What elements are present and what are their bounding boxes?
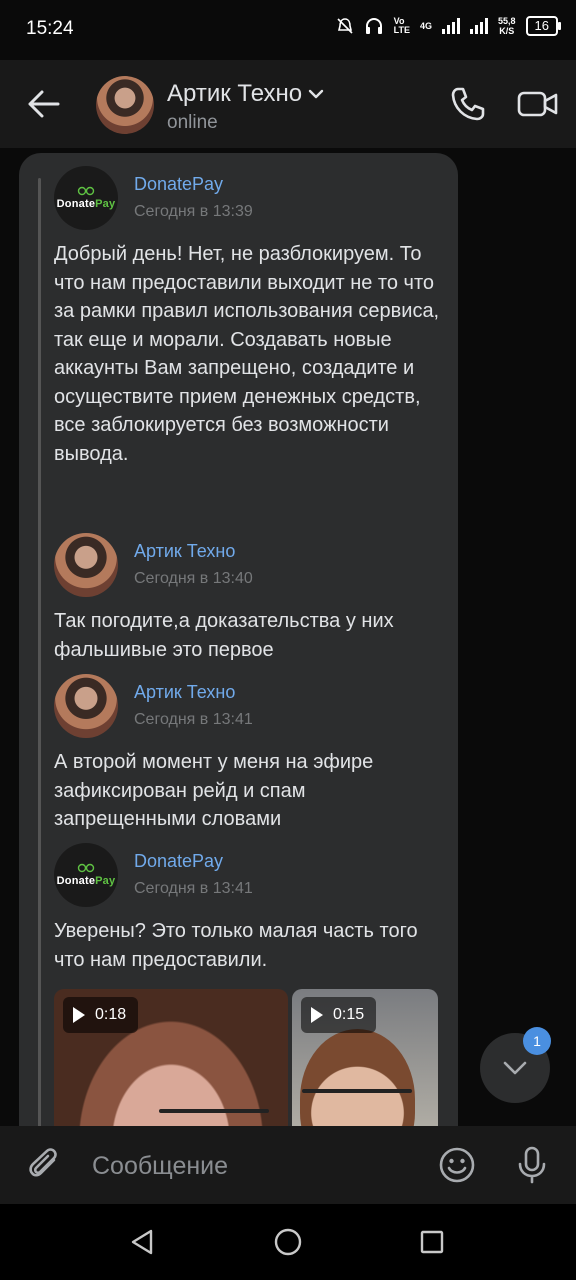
forwarded-message-header: Артик Техно Сегодня в 13:40 [54,533,449,597]
nav-home-icon [274,1228,302,1256]
play-icon [73,1007,85,1023]
donatepay-logo-icon [77,863,95,873]
headphones-icon [365,18,382,34]
donatepay-logo-text: DonatePay [57,198,116,210]
chevron-down-icon [503,1061,527,1075]
sender-name[interactable]: DonatePay [134,174,223,195]
chevron-down-icon [308,89,324,99]
logo-pay: Pay [95,198,116,210]
voice-message-button[interactable] [511,1144,553,1186]
system-nav-bar [0,1204,576,1280]
net-speed: 55,8 K/S [498,16,516,36]
video-thumbnail[interactable]: 0:18 [54,989,288,1126]
message-composer [0,1126,576,1204]
nav-back-icon [131,1229,153,1255]
chat-header: Артик Техно online [0,60,576,148]
forward-quote-bar [38,178,41,1126]
message-text: Так погодите,а доказательства у них фаль… [54,610,400,661]
battery-indicator: 16 [525,16,562,36]
smile-icon [439,1147,475,1183]
donatepay-avatar[interactable]: DonatePay [54,166,118,230]
forwarded-message-header: Артик Техно Сегодня в 13:41 [54,674,449,738]
unread-count-badge: 1 [523,1027,551,1055]
video-duration-badge: 0:18 [63,997,139,1033]
volte-bottom: LTE [393,25,410,35]
status-bar: 15:24 Vo LTE 4G 55,8 K/S 16 [0,0,576,60]
message-time: Сегодня в 13:39 [134,203,253,220]
nav-recents-button[interactable] [412,1222,452,1262]
back-button[interactable] [22,82,66,126]
net-speed-value: 55,8 [498,16,516,26]
arrow-left-icon [28,90,60,118]
message-time: Сегодня в 13:41 [134,880,253,897]
signal-icon [442,18,460,34]
video-camera-icon [517,91,558,117]
video-attachments: 0:18 0:15 [54,989,438,1126]
nav-back-button[interactable] [122,1222,162,1262]
logo-donate: Donate [56,198,96,210]
video-duration: 0:18 [95,1006,127,1023]
mute-bell-icon [337,18,353,34]
signal-icon-2 [470,18,488,34]
volte-indicator: Vo LTE [394,17,410,35]
thumbnail-detail [159,1109,269,1113]
sender-name[interactable]: Артик Техно [134,682,235,703]
phone-icon [451,87,485,121]
donatepay-avatar[interactable]: DonatePay [54,843,118,907]
contact-status: online [167,112,218,133]
forwarded-message[interactable]: Артик Техно Сегодня в 13:40 Так погодите… [54,533,449,664]
contact-name-button[interactable]: Артик Техно [167,80,324,108]
microphone-icon [518,1146,546,1184]
forwarded-message[interactable]: DonatePay DonatePay Сегодня в 13:41 Увер… [54,843,449,974]
video-thumbnail[interactable]: 0:15 [292,989,438,1126]
message-text: Добрый день! Нет, не разблокируем. То чт… [54,243,445,465]
attach-button[interactable] [24,1144,66,1186]
contact-name: Артик Техно [167,80,303,107]
thumbnail-detail [300,1029,415,1126]
video-duration-badge: 0:15 [301,997,377,1033]
call-button[interactable] [446,82,490,126]
net-speed-unit: K/S [499,26,515,36]
message-text: А второй момент у меня на эфире зафиксир… [54,751,379,830]
user-avatar[interactable] [54,674,118,738]
sender-name[interactable]: DonatePay [134,851,223,872]
chat-area[interactable]: DonatePay DonatePay Сегодня в 13:39 Добр… [0,148,576,1126]
emoji-button[interactable] [436,1144,478,1186]
thumbnail-detail [302,1089,412,1093]
status-icons: Vo LTE 4G 55,8 K/S 16 [336,16,562,36]
logo-donate: Donate [56,875,96,887]
play-icon [311,1007,323,1023]
forwarded-message[interactable]: Артик Техно Сегодня в 13:41 А второй мом… [54,674,449,834]
donatepay-logo-text: DonatePay [57,875,116,887]
forwarded-message-header: DonatePay DonatePay Сегодня в 13:41 [54,843,449,907]
user-avatar[interactable] [54,533,118,597]
video-duration: 0:15 [333,1006,365,1023]
forwarded-message-header: DonatePay DonatePay Сегодня в 13:39 [54,166,449,230]
donatepay-logo-icon [77,186,95,196]
message-time: Сегодня в 13:41 [134,711,253,728]
forwarded-message[interactable]: DonatePay DonatePay Сегодня в 13:39 Добр… [54,166,449,468]
status-time: 15:24 [26,18,74,39]
message-bubble[interactable]: DonatePay DonatePay Сегодня в 13:39 Добр… [19,153,458,1126]
logo-pay: Pay [95,875,116,887]
nav-home-button[interactable] [268,1222,308,1262]
contact-avatar[interactable] [96,76,154,134]
message-input[interactable] [92,1148,412,1184]
network-type: 4G [419,20,432,31]
nav-recents-icon [420,1230,444,1254]
message-text: Уверены? Это только малая часть того что… [54,920,424,971]
sender-name[interactable]: Артик Техно [134,541,235,562]
message-time: Сегодня в 13:40 [134,570,253,587]
video-call-button[interactable] [514,82,562,126]
paperclip-icon [29,1148,57,1177]
